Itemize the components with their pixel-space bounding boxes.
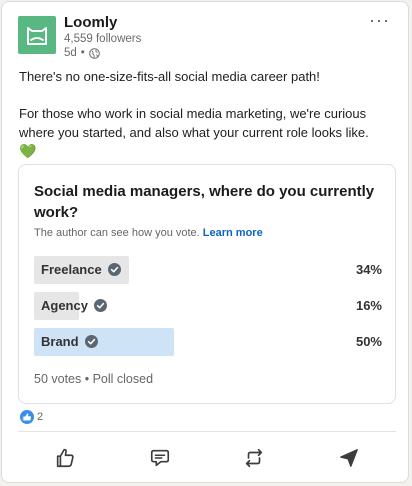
check-circle-icon	[84, 335, 98, 348]
repost-icon	[246, 448, 263, 468]
post-meta: 5d •	[64, 47, 100, 59]
post-card: Loomly 4,559 followers 5d • ··· There's …	[1, 1, 409, 483]
poll-option-label: Agency	[41, 298, 88, 313]
divider	[18, 431, 396, 432]
company-logo[interactable]	[18, 16, 56, 54]
poll: Social media managers, where do you curr…	[18, 164, 396, 404]
action-bar	[18, 438, 396, 478]
check-circle-icon	[107, 263, 121, 276]
check-circle-icon	[93, 299, 107, 312]
poll-option-percent: 34%	[355, 262, 382, 277]
poll-footer: 50 votes • Poll closed	[34, 372, 154, 386]
reaction-count: 2	[37, 411, 44, 423]
post-text-line: There's no one-size-fits-all social medi…	[19, 69, 320, 84]
poll-option-percent: 16%	[355, 298, 382, 313]
poll-option-freelance[interactable]: Freelance 34%	[34, 256, 382, 284]
poll-note-text: The author can see how you vote.	[34, 227, 200, 239]
poll-option-label: Freelance	[41, 262, 102, 277]
learn-more-link[interactable]: Learn more	[203, 227, 263, 239]
poll-question: Social media managers, where do you curr…	[34, 183, 375, 221]
comment-button[interactable]	[130, 440, 190, 476]
green-heart-emoji: 💚	[19, 143, 37, 159]
cat-logo-icon	[27, 27, 47, 45]
meta-separator: •	[80, 47, 85, 59]
poll-option-brand[interactable]: Brand 50%	[34, 328, 382, 356]
post-time: 5d	[64, 47, 77, 59]
poll-option-percent: 50%	[355, 334, 382, 349]
like-reaction-icon	[20, 410, 34, 424]
post-body: There's no one-size-fits-all social medi…	[19, 68, 397, 162]
send-button[interactable]	[319, 440, 379, 476]
like-button[interactable]	[35, 440, 95, 476]
reactions-summary[interactable]: 2	[20, 410, 43, 424]
post-text-line: For those who work in social media marke…	[19, 106, 369, 140]
follower-count: 4,559 followers	[64, 33, 142, 45]
like-icon	[57, 448, 74, 468]
poll-option-label: Brand	[41, 334, 79, 349]
more-options-icon[interactable]: ···	[369, 10, 390, 31]
poll-option-agency[interactable]: Agency 16%	[34, 292, 382, 320]
comment-icon	[150, 449, 169, 467]
globe-icon	[89, 47, 100, 59]
poll-note: The author can see how you vote. Learn m…	[34, 227, 263, 239]
repost-button[interactable]	[224, 440, 284, 476]
send-icon	[339, 449, 358, 467]
author-name[interactable]: Loomly	[64, 14, 117, 31]
